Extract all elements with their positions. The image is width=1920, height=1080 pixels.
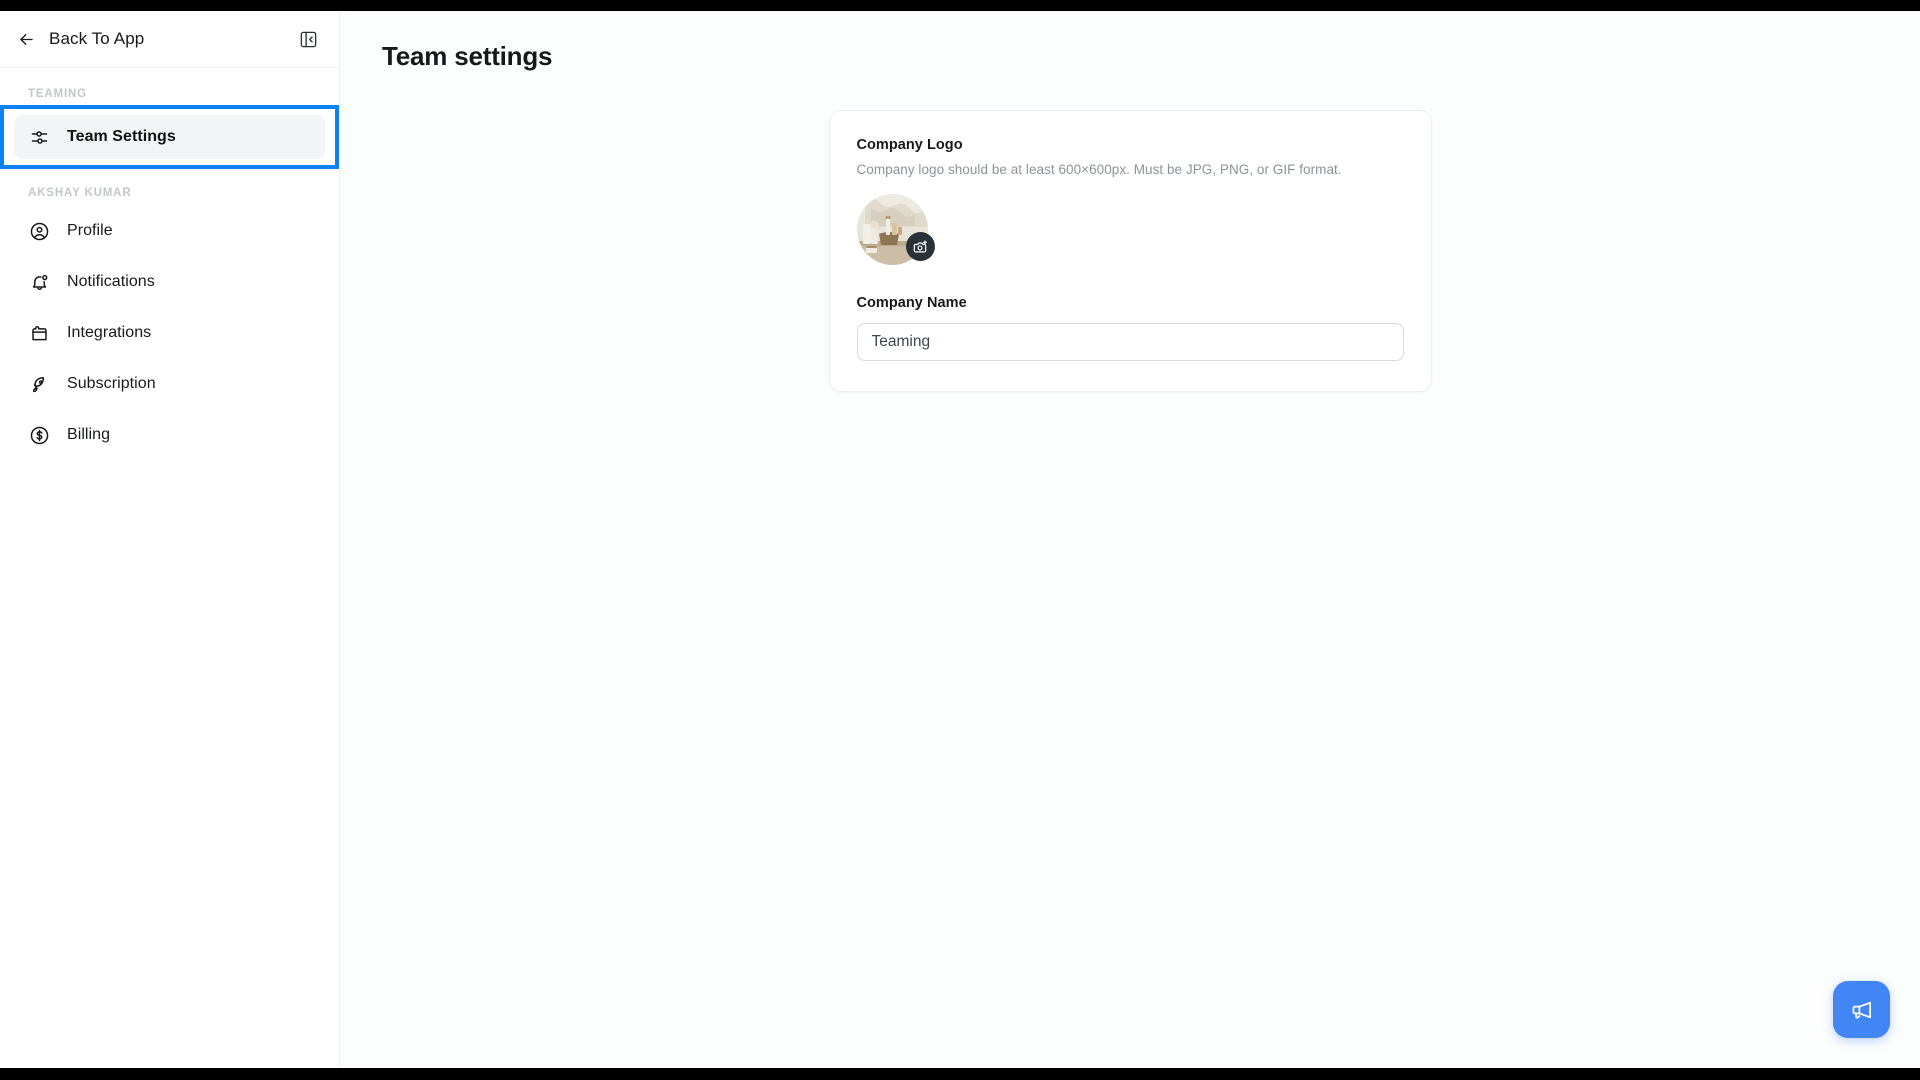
section-label-user: AKSHAY KUMAR [28,187,132,199]
company-name-input[interactable] [856,323,1404,361]
camera-plus-icon[interactable] [905,232,935,261]
megaphone-icon [1849,997,1875,1023]
user-circle-icon [28,220,50,242]
main-content: Team settings Company Logo Company logo … [340,11,1920,1068]
sidebar-item-team-settings[interactable]: Team Settings [14,115,325,159]
company-name-label: Company Name [856,295,967,311]
sidebar-item-label: Notifications [67,273,155,290]
team-settings-focus-ring: Team Settings [0,105,339,169]
sidebar-nav-list: Profile Notifications Integrations Subsc… [14,209,325,457]
bell-icon [28,271,50,293]
company-logo-avatar[interactable] [856,194,935,265]
sidebar-header: Back To App [0,11,339,68]
page-title: Team settings [382,41,553,71]
back-to-app-link[interactable]: Back To App [17,29,144,49]
company-logo-help: Company logo should be at least 600×600p… [856,162,1342,177]
sliders-icon [28,126,50,148]
panel-collapse-icon[interactable] [296,27,321,52]
section-label-teaming: TEAMING [28,88,87,100]
announcement-fab-button[interactable] [1833,981,1890,1038]
sidebar-item-profile[interactable]: Profile [14,209,325,253]
company-logo-label: Company Logo [856,137,963,153]
letterbox-bottom [0,1068,1920,1080]
card-container: Company Logo Company logo should be at l… [340,72,1920,392]
app-screen: Back To App TEAMING Team Settings AKSHAY… [0,0,1920,1080]
sidebar: Back To App TEAMING Team Settings AKSHAY… [0,11,340,1068]
arrow-left-icon [17,30,36,49]
nav-section-teaming: TEAMING Team Settings [0,68,339,169]
team-settings-card: Company Logo Company logo should be at l… [828,110,1432,392]
puzzle-icon [28,322,50,344]
company-logo-row [856,194,1404,265]
nav-section-user: AKSHAY KUMAR Profile Notifications Integ… [0,169,339,457]
sidebar-item-label: Profile [67,222,113,239]
dollar-circle-icon [28,424,50,446]
sidebar-item-label: Billing [67,426,111,443]
back-to-app-label: Back To App [49,29,145,48]
rocket-icon [28,373,50,395]
app-viewport: Back To App TEAMING Team Settings AKSHAY… [0,11,1920,1068]
sidebar-item-label: Integrations [67,324,152,341]
sidebar-item-subscription[interactable]: Subscription [14,362,325,406]
sidebar-item-integrations[interactable]: Integrations [14,311,325,355]
sidebar-item-label: Subscription [67,375,156,392]
sidebar-item-notifications[interactable]: Notifications [14,260,325,304]
sidebar-item-label: Team Settings [67,128,176,145]
letterbox-top [0,0,1920,11]
sidebar-item-billing[interactable]: Billing [14,413,325,457]
